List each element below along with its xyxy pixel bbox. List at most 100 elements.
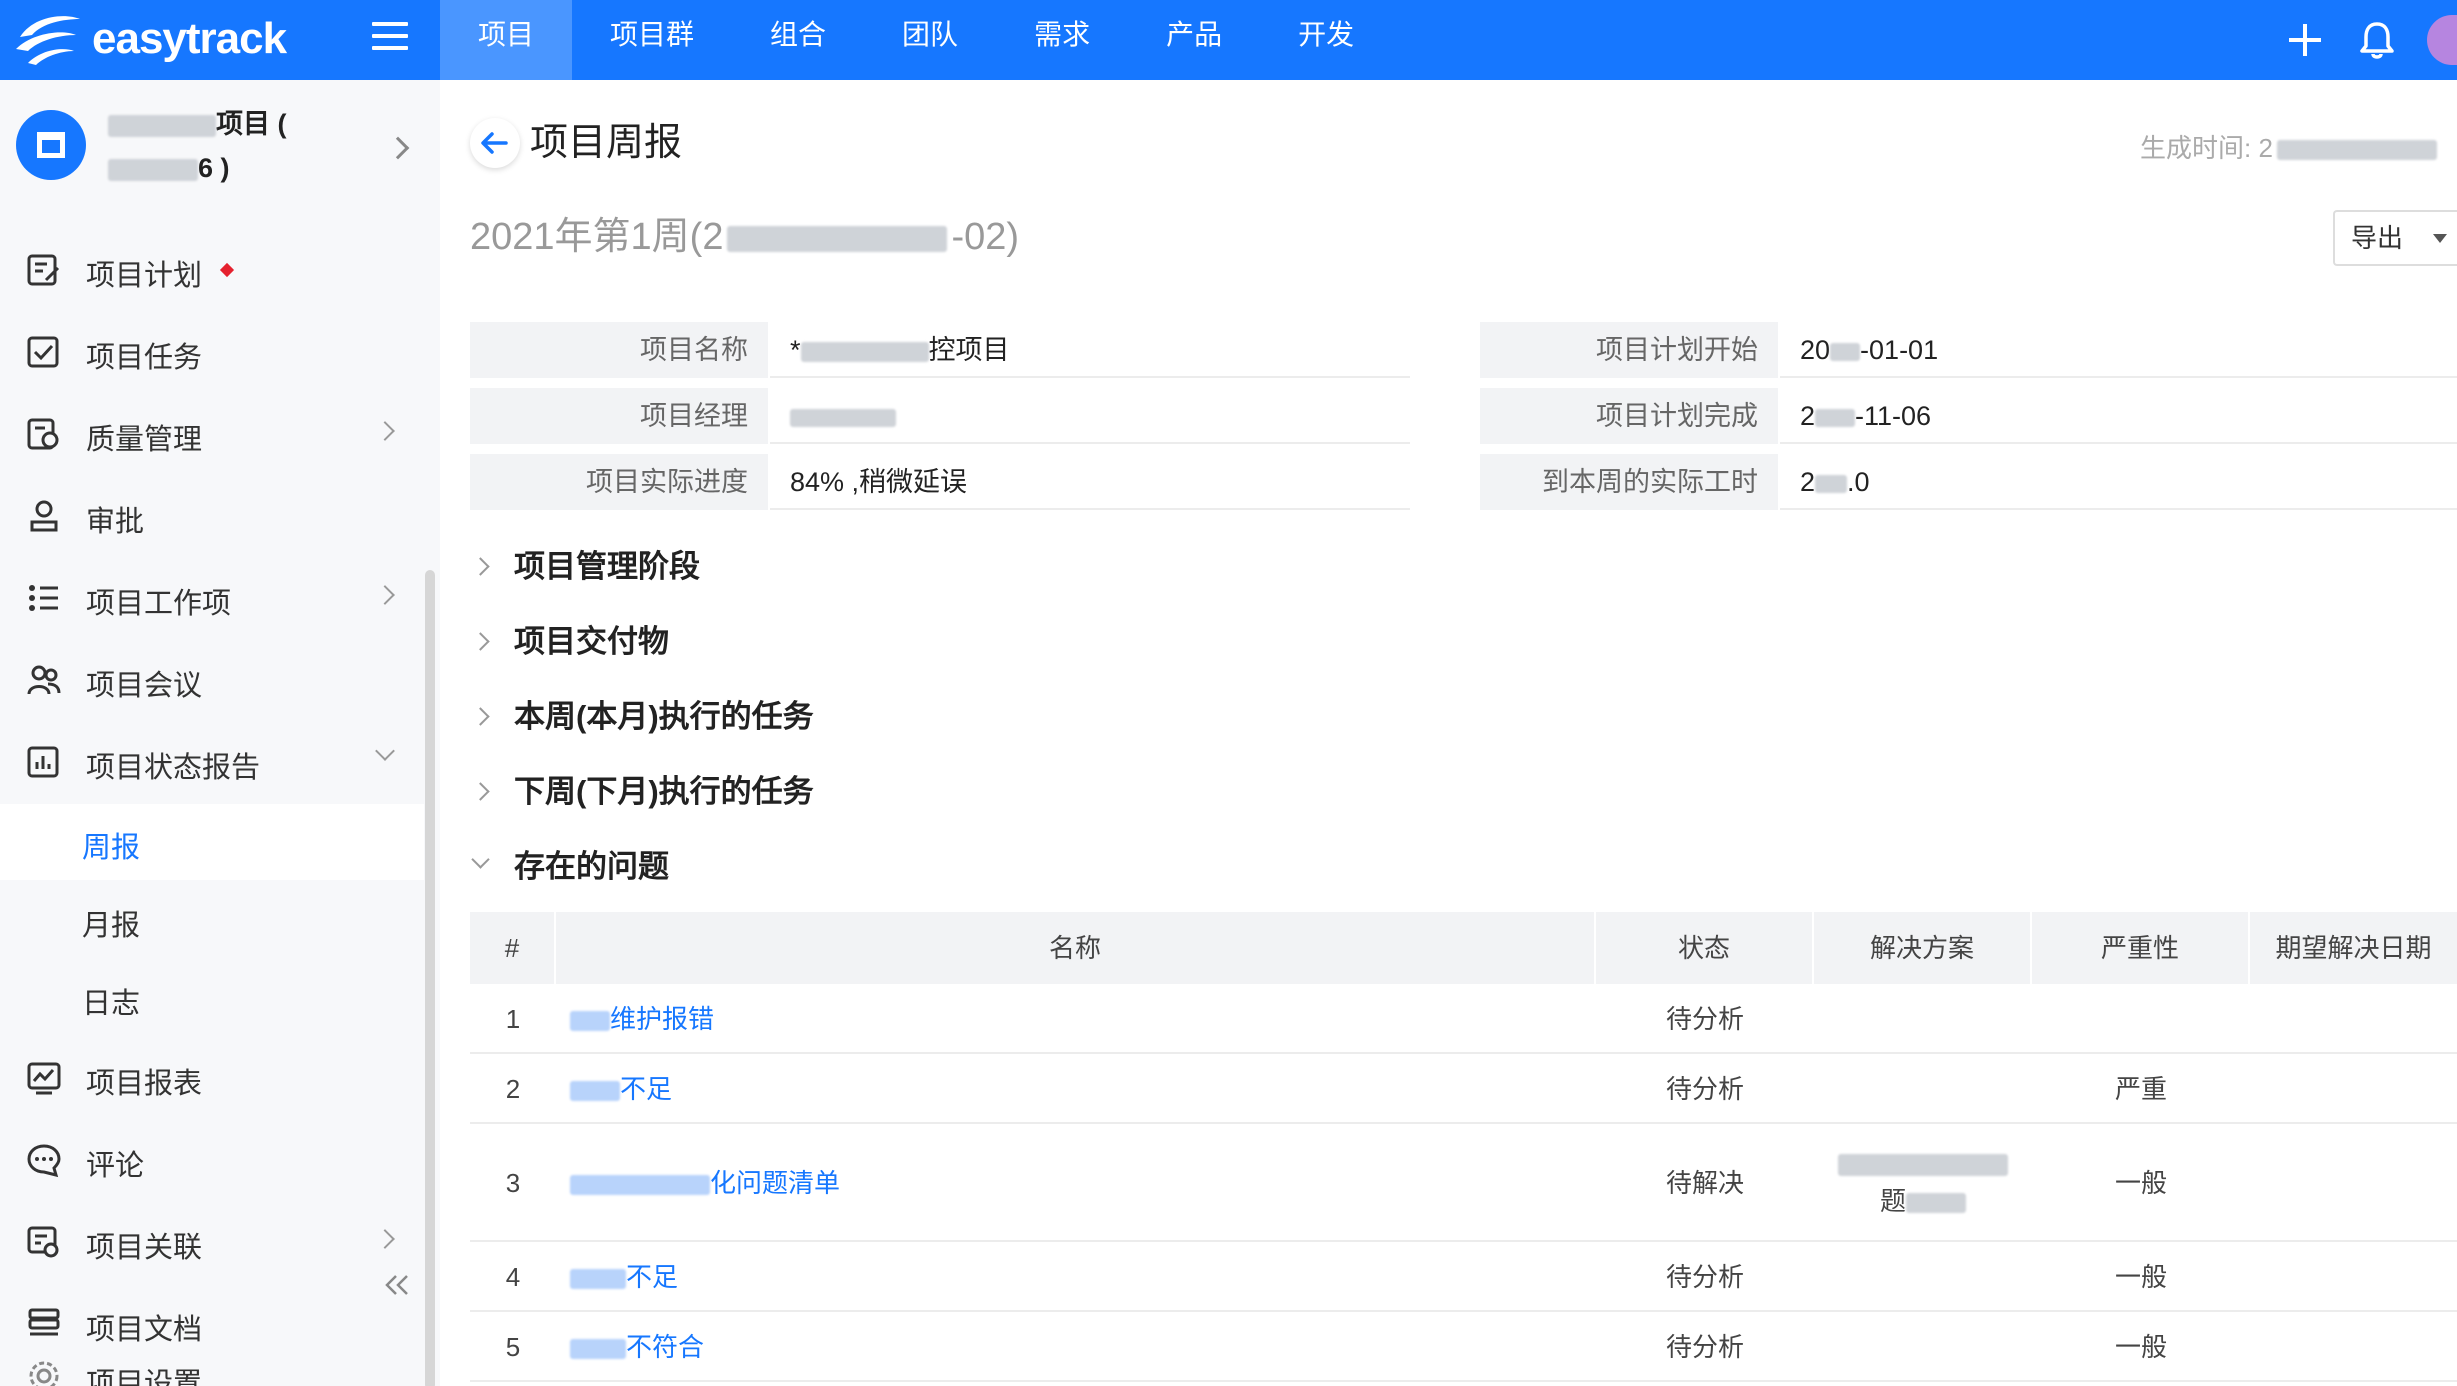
top-navigation-bar: easytrack 项目 项目群 组合 团队 需求 产品 开发 [0,0,2457,80]
info-value-manager [770,388,1410,444]
nav-item-requirement[interactable]: 需求 [996,0,1128,80]
cell-issue-name-link[interactable]: 化问题清单 [570,1124,1580,1242]
hours-prefix: 2 [1800,467,1816,497]
export-button[interactable]: 导出 [2333,210,2457,266]
generated-time: 生成时间: 2 [2140,128,2437,165]
sidebar-item-label: 项目关联 [86,1232,203,1264]
sidebar-item-quality[interactable]: 质量管理 [0,394,424,474]
cell-number: 5 [505,1332,521,1362]
table-row: 5 不符合 待分析 一般 [470,1312,2457,1382]
nav-item-development[interactable]: 开发 [1260,0,1392,80]
section-issues[interactable]: 存在的问题 [470,842,669,892]
cell-issue-name-link[interactable]: 不足 [570,1054,1580,1124]
info-label-plan-start: 项目计划开始 [1480,322,1778,378]
sidebar-item-documents[interactable]: 项目文档 [0,1284,424,1364]
sidebar-item-comments[interactable]: 评论 [0,1120,424,1200]
section-next-week-tasks[interactable]: 下周(下月)执行的任务 [470,767,814,817]
sidebar-item-label: 项目状态报告 [86,752,261,784]
user-avatar[interactable] [2427,15,2457,65]
week-title: 2021年第1周(2 -02) [470,212,1019,262]
nav-item-portfolio[interactable]: 组合 [732,0,864,80]
chevron-right-icon [375,1229,395,1249]
sidebar-subitem-weekly[interactable]: 周报 [0,804,424,880]
sidebar-item-links[interactable]: 项目关联 [0,1202,424,1282]
link-icon [27,1226,59,1258]
chevron-right-icon [471,782,490,801]
export-label: 导出 [2351,223,2404,253]
sidebar-item-label: 审批 [86,506,145,538]
sidebar-item-project-tasks[interactable]: 项目任务 [0,312,424,392]
nav-item-team[interactable]: 团队 [864,0,996,80]
column-header-due-date[interactable]: 期望解决日期 [2250,912,2457,984]
sidebar-item-meetings[interactable]: 项目会议 [0,640,424,720]
document-icon [28,1308,60,1336]
plan-icon [27,254,60,286]
main-nav: 项目 项目群 组合 团队 需求 产品 开发 [440,0,1392,80]
cell-status: 待分析 [1665,1074,1744,1104]
sidebar-item-label: 项目文档 [86,1314,203,1346]
logo-text: easytrack [92,14,287,63]
sidebar-item-label: 项目报表 [86,1068,203,1100]
chevron-right-icon [471,557,490,576]
cell-status: 待分析 [1665,1004,1744,1034]
sidebar-item-label: 项目任务 [86,342,203,374]
menu-toggle-icon[interactable] [372,22,408,52]
info-label-project-name: 项目名称 [470,322,768,378]
cell-number: 4 [505,1262,521,1292]
cell-issue-name-link[interactable]: 维护报错 [570,984,1580,1054]
plan-end-prefix: 2 [1800,401,1816,431]
plan-start-suffix: -01-01 [1860,335,1939,365]
sidebar-item-settings[interactable]: 项目设置 [0,1361,424,1386]
nav-item-program[interactable]: 项目群 [572,0,732,80]
column-header-solution[interactable]: 解决方案 [1814,912,2032,984]
report-chart-icon [27,746,59,778]
plan-end-suffix: -11-06 [1855,401,1932,431]
sidebar-subitem-label: 周报 [82,832,141,864]
back-button[interactable] [470,118,520,168]
bell-icon[interactable] [2355,18,2399,62]
plus-icon[interactable] [2283,18,2327,62]
sidebar-subitem-monthly[interactable]: 月报 [0,882,424,958]
nav-item-product[interactable]: 产品 [1128,0,1260,80]
collapse-sidebar-icon[interactable] [382,1270,412,1300]
cell-issue-name-link[interactable]: 不符合 [570,1312,1580,1382]
cell-status: 待分析 [1665,1332,1744,1362]
sidebar-item-reports[interactable]: 项目报表 [0,1038,424,1118]
quality-icon [27,418,59,450]
section-deliverables[interactable]: 项目交付物 [470,617,669,667]
sidebar-item-label: 项目计划 [86,260,203,292]
project-name-line2: 6 ) [198,153,230,183]
column-header-name[interactable]: 名称 [556,912,1596,984]
section-this-week-tasks[interactable]: 本周(本月)执行的任务 [470,692,814,742]
sidebar-item-work-items[interactable]: 项目工作项 [0,558,424,638]
issue-name-text: 不足 [620,1074,673,1104]
info-label-plan-end: 项目计划完成 [1480,388,1778,444]
chevron-right-icon [471,632,490,651]
project-switcher[interactable]: 项目 ( 6 ) [0,80,440,215]
sidebar-item-status-report[interactable]: 项目状态报告 [0,722,424,802]
app-logo[interactable]: easytrack [14,4,287,74]
column-header-status[interactable]: 状态 [1596,912,1814,984]
project-name-suffix: 控项目 [928,335,1010,365]
section-management-stages[interactable]: 项目管理阶段 [470,542,700,592]
cell-issue-name-link[interactable]: 不足 [570,1242,1580,1312]
sidebar-scrollbar[interactable] [425,570,435,1386]
chevron-right-icon [471,707,490,726]
issue-name-text: 维护报错 [610,1004,715,1034]
main-content: 项目周报 生成时间: 2 2021年第1周(2 -02) 导出 项目名称 * 控项目… [440,80,2457,1386]
info-value-plan-start: 20 -01-01 [1780,322,2457,378]
table-row: 1 维护报错 待分析 [470,984,2457,1054]
sidebar-item-approval[interactable]: 审批 [0,476,424,556]
sidebar-item-label: 质量管理 [86,424,203,456]
info-value-project-name: * 控项目 [770,322,1410,378]
sidebar-subitem-label: 日志 [82,988,141,1020]
cell-status: 待分析 [1665,1262,1744,1292]
sidebar-subitem-log[interactable]: 日志 [0,960,424,1036]
nav-item-project[interactable]: 项目 [440,0,573,80]
cell-severity: 一般 [2114,1262,2167,1292]
arrow-left-icon [481,132,508,154]
sidebar-item-project-plan[interactable]: 项目计划 [0,230,424,310]
table-row: 2 不足 待分析 严重 [470,1054,2457,1124]
column-header-severity[interactable]: 严重性 [2032,912,2250,984]
table-header: # 名称 状态 解决方案 严重性 期望解决日期 [470,912,2457,984]
